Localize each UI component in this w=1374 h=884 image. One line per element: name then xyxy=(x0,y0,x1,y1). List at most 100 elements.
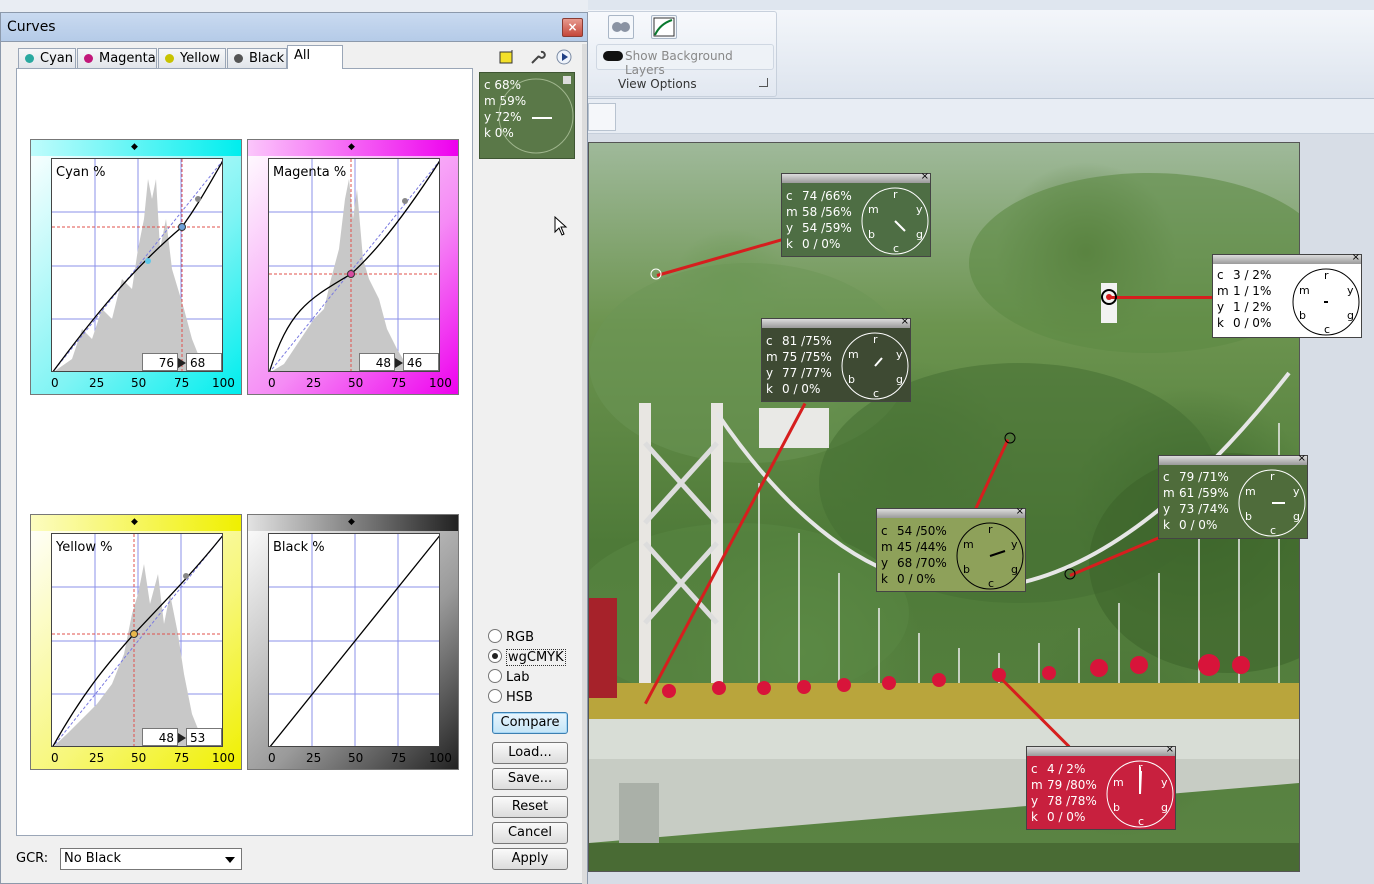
yellow-input-value[interactable]: 48 xyxy=(142,728,178,746)
expand-arrow-icon[interactable]: ◆ xyxy=(348,518,355,527)
tab-cyan[interactable]: Cyan xyxy=(18,48,76,68)
sample-point-2[interactable] xyxy=(1098,286,1120,308)
close-icon[interactable]: × xyxy=(1352,253,1360,263)
radio-hsb[interactable]: HSB xyxy=(488,689,533,705)
readout-box-1[interactable]: × c 74 /66% m 58 /56% y 54 /59% k0 / 0% mr … xyxy=(781,172,931,257)
expand-arrow-icon[interactable]: ◆ xyxy=(348,143,355,152)
svg-text:g: g xyxy=(1161,801,1168,814)
arrow-right-icon xyxy=(178,358,186,368)
close-icon[interactable]: × xyxy=(1016,507,1024,517)
radio-rgb[interactable]: RGB xyxy=(488,629,534,645)
yellow-curve-svg xyxy=(52,534,222,746)
magenta-output-value[interactable]: 46 xyxy=(403,353,439,371)
svg-text:r: r xyxy=(988,523,993,536)
svg-text:c: c xyxy=(1138,815,1144,828)
magenta-plot[interactable]: Magenta % 48 46 xyxy=(268,158,440,372)
cyan-input-value[interactable]: 76 xyxy=(142,353,178,371)
gcr-label: GCR: xyxy=(16,851,49,866)
readout-titlebar[interactable]: × xyxy=(877,507,1025,518)
svg-text:y: y xyxy=(916,203,923,216)
sample-point-1[interactable] xyxy=(648,266,664,282)
cyan-plot[interactable]: Cyan % 76 68 xyxy=(51,158,223,372)
clock-dial-icon: m r y b c g xyxy=(1238,469,1306,537)
tab-magenta[interactable]: Magenta xyxy=(77,48,157,68)
svg-text:b: b xyxy=(1299,309,1306,322)
view-options-label: View Options xyxy=(618,77,697,91)
clock-dial-icon: m r y b c g xyxy=(841,332,909,400)
svg-text:m: m xyxy=(848,348,859,361)
reset-button[interactable]: Reset xyxy=(492,796,568,818)
readout-titlebar[interactable]: × xyxy=(1213,253,1361,264)
toolbar-combo[interactable] xyxy=(588,103,616,131)
sample-icon[interactable] xyxy=(498,49,516,65)
readout-box-2[interactable]: × c3 / 2% m1 / 1% y1 / 2% k0 / 0% mr yb … xyxy=(1212,253,1362,338)
cyan-graph-label: Cyan % xyxy=(56,165,106,180)
black-dot-icon xyxy=(234,54,243,63)
wrench-icon[interactable] xyxy=(528,49,546,65)
readout-titlebar[interactable]: × xyxy=(782,172,930,183)
yellow-plot[interactable]: Yellow % 48 53 xyxy=(51,533,223,747)
curve-graph-icon[interactable] xyxy=(651,15,677,39)
dialog-launcher-icon[interactable] xyxy=(759,78,768,87)
close-icon[interactable]: × xyxy=(901,317,909,327)
close-button[interactable]: × xyxy=(562,18,583,37)
clock-dial-icon: m r y b c g xyxy=(956,522,1024,590)
save-button[interactable]: Save... xyxy=(492,768,568,790)
readout-titlebar[interactable]: × xyxy=(762,317,910,328)
close-icon[interactable]: × xyxy=(921,172,929,182)
mask-icon xyxy=(603,51,623,61)
radio-lab[interactable]: Lab xyxy=(488,669,529,685)
readout-titlebar[interactable]: × xyxy=(1159,454,1307,465)
cyan-output-value[interactable]: 68 xyxy=(186,353,222,371)
svg-text:b: b xyxy=(848,373,855,386)
readout-box-4[interactable]: × c 79 /71% m 61 /59% y 73 /74% k0 / 0% mr … xyxy=(1158,454,1308,539)
close-icon[interactable]: × xyxy=(1166,745,1174,755)
arrow-right-icon xyxy=(178,733,186,743)
magenta-input-value[interactable]: 48 xyxy=(359,353,395,371)
compare-button[interactable]: Compare xyxy=(492,712,568,734)
glasses-icon[interactable] xyxy=(608,15,634,39)
tab-all[interactable]: All xyxy=(287,45,343,69)
toolbar-secondary xyxy=(588,99,1374,134)
sample-point-5[interactable] xyxy=(1002,430,1018,446)
svg-text:g: g xyxy=(1011,563,1018,576)
apply-button[interactable]: Apply xyxy=(492,848,568,870)
tab-yellow[interactable]: Yellow xyxy=(158,48,226,68)
svg-text:m: m xyxy=(1113,776,1124,789)
dialog-title: Curves xyxy=(7,19,56,35)
cancel-button[interactable]: Cancel xyxy=(492,822,568,844)
readout-box-3[interactable]: × c 81 /75% m 75 /75% y 77 /77% k0 / 0% mr … xyxy=(761,317,911,402)
play-menu-icon[interactable] xyxy=(556,49,574,65)
black-plot[interactable]: Black % xyxy=(268,533,440,747)
svg-text:r: r xyxy=(893,188,898,201)
expand-arrow-icon[interactable]: ◆ xyxy=(131,143,138,152)
sample-point-4[interactable] xyxy=(1062,566,1078,582)
tab-black[interactable]: Black xyxy=(227,48,287,68)
black-curve-svg xyxy=(269,534,439,746)
magenta-curve-svg xyxy=(269,159,439,371)
readout-box-6[interactable]: × c4 / 2% m79 /80% y78 /78% k0 / 0% mr y… xyxy=(1026,745,1176,830)
magenta-curve-graph: ◆ Magenta % 48 46 0 25 50 75 100 xyxy=(247,139,459,395)
show-background-layers-button[interactable]: Show Background Layers xyxy=(596,44,774,77)
yellow-output-value[interactable]: 53 xyxy=(186,728,222,746)
load-button[interactable]: Load... xyxy=(492,742,568,764)
yellow-dot-icon xyxy=(165,54,174,63)
svg-text:g: g xyxy=(1293,510,1300,523)
show-background-layers-label: Show Background Layers xyxy=(625,49,733,77)
expand-arrow-icon[interactable]: ◆ xyxy=(131,518,138,527)
close-icon[interactable]: × xyxy=(1298,454,1306,464)
svg-text:m: m xyxy=(963,538,974,551)
svg-text:m: m xyxy=(868,203,879,216)
clock-dial-icon: m r y b c g xyxy=(861,187,929,255)
yellow-graph-label: Yellow % xyxy=(56,540,113,555)
dialog-titlebar[interactable]: Curves xyxy=(0,12,588,42)
svg-text:b: b xyxy=(868,228,875,241)
radio-wgcmyk[interactable]: wgCMYK xyxy=(488,649,566,666)
readout-titlebar[interactable]: × xyxy=(1027,745,1175,756)
svg-text:c: c xyxy=(893,242,899,255)
svg-text:g: g xyxy=(896,373,903,386)
svg-text:b: b xyxy=(1113,801,1120,814)
svg-text:y: y xyxy=(1161,776,1168,789)
readout-box-5[interactable]: × c 54 /50% m 45 /44% y 68 /70% k0 / 0% mr … xyxy=(876,507,1026,592)
gcr-select[interactable]: No Black xyxy=(60,848,242,870)
